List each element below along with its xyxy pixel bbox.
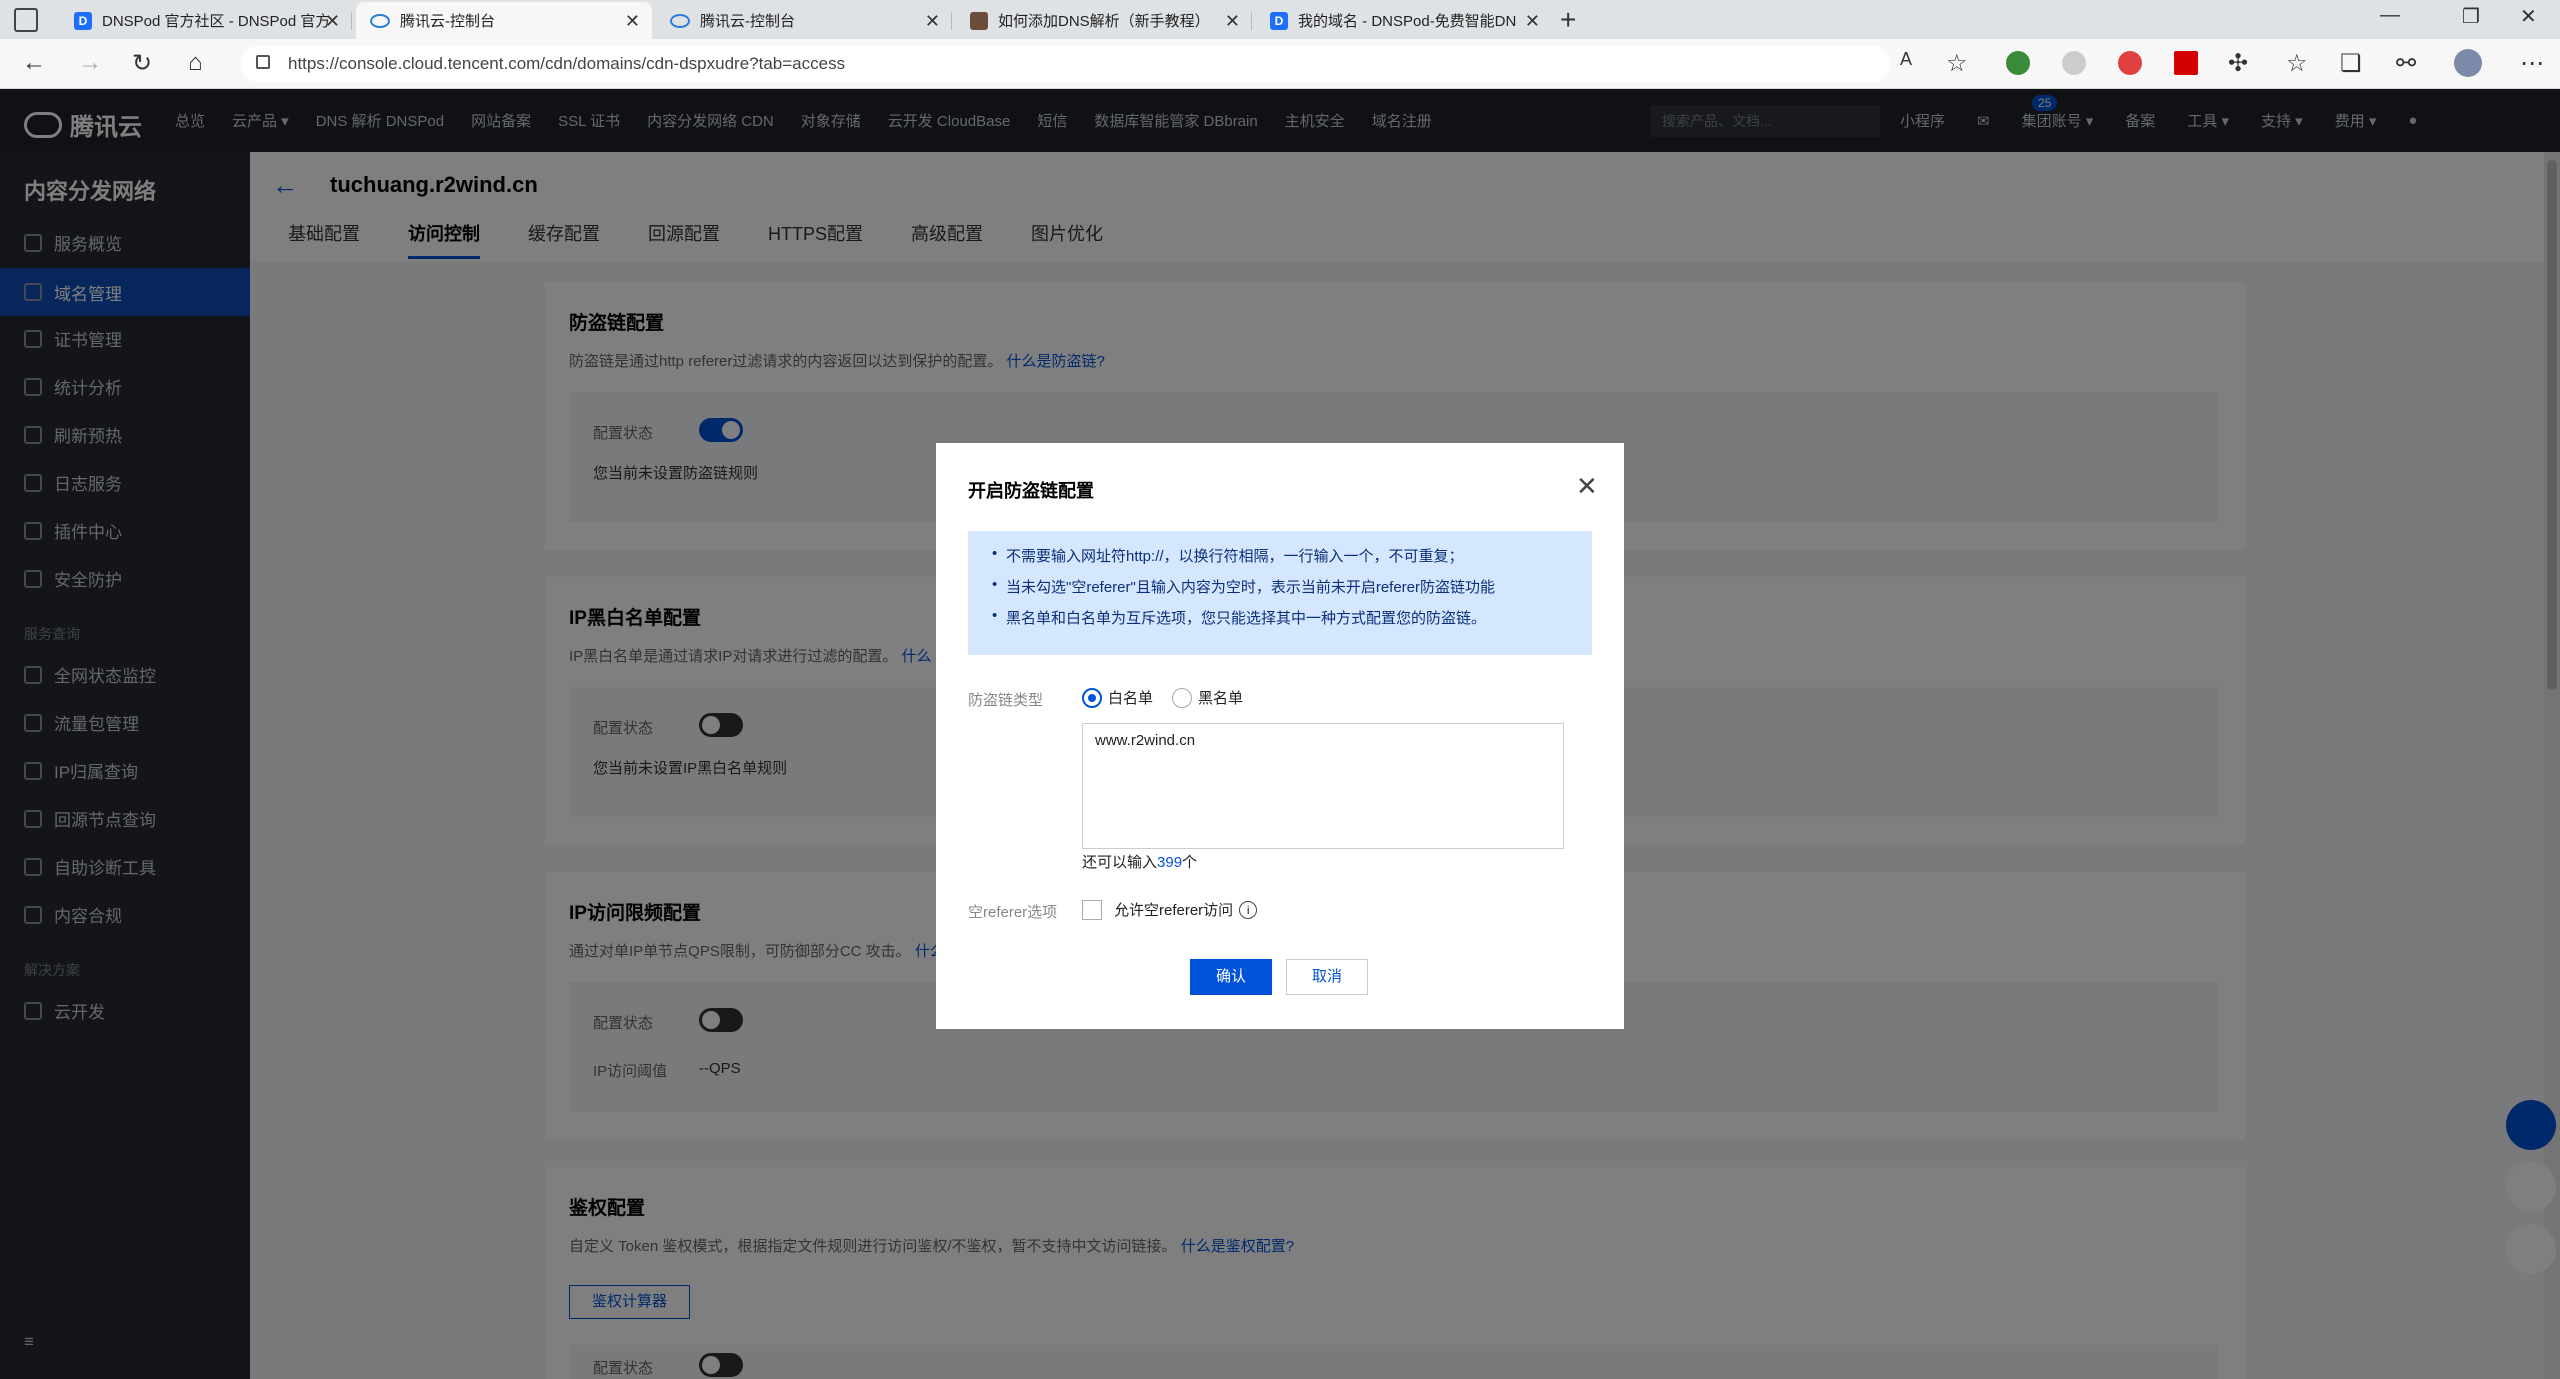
referer-list-textarea[interactable]: www.r2wind.cn <box>1082 723 1564 849</box>
collections-icon[interactable]: ❏ <box>2340 49 2362 78</box>
dnspod-favicon-icon: D <box>74 11 92 30</box>
refresh-icon[interactable]: ↻ <box>132 49 152 78</box>
checkbox-icon <box>1082 899 1102 920</box>
cancel-button[interactable]: 取消 <box>1286 959 1368 995</box>
remaining-count: 还可以输入399个 <box>1082 854 1198 871</box>
extensions-icon[interactable]: ✣ <box>2228 49 2248 78</box>
empty-referer-label: 空referer选项 <box>968 904 1058 921</box>
type-label: 防盗链类型 <box>968 692 1044 709</box>
read-aloud-icon[interactable]: A <box>1900 49 1912 70</box>
radio-whitelist[interactable]: 白名单 <box>1082 687 1153 708</box>
dnspod-favicon-icon: D <box>1270 11 1288 30</box>
forward-icon[interactable]: → <box>78 49 102 77</box>
info-icon[interactable]: i <box>1239 900 1258 919</box>
profile-avatar[interactable] <box>2454 49 2482 77</box>
info-line: 不需要输入网址符http://，以换行符相隔，一行输入一个，不可重复； <box>992 545 1568 566</box>
browser-tab[interactable]: D DNSPod 官方社区 - DNSPod 官方 ✕ <box>60 2 352 39</box>
back-icon[interactable]: ← <box>22 49 46 77</box>
extension-icon[interactable] <box>2062 51 2086 75</box>
close-window-icon[interactable]: ✕ <box>2520 4 2537 29</box>
close-tab-icon[interactable]: ✕ <box>625 11 640 32</box>
minimize-icon[interactable]: — <box>2380 4 2400 27</box>
allow-empty-referer-checkbox[interactable]: 允许空referer访问 i <box>1082 899 1258 920</box>
url-field[interactable]: https://console.cloud.tencent.com/cdn/do… <box>240 46 1890 82</box>
favorites-icon[interactable]: ☆ <box>2286 49 2308 78</box>
dialog-title: 开启防盗链配置 <box>968 481 1094 501</box>
close-tab-icon[interactable]: ✕ <box>325 11 340 32</box>
radio-blacklist[interactable]: 黑名单 <box>1172 687 1243 708</box>
tencent-cloud-favicon-icon <box>670 13 690 28</box>
confirm-button[interactable]: 确认 <box>1190 959 1272 995</box>
close-tab-icon[interactable]: ✕ <box>1225 11 1240 32</box>
hotlink-dialog: 开启防盗链配置 ✕ 不需要输入网址符http://，以换行符相隔，一行输入一个，… <box>936 443 1624 1029</box>
browser-tab-active[interactable]: 腾讯云-控制台 ✕ <box>356 2 652 39</box>
new-tab-icon[interactable]: + <box>1560 4 1576 36</box>
info-line: 黑名单和白名单为互斥选项，您只能选择其中一种方式配置您的防盗链。 <box>992 607 1568 628</box>
browser-tab-strip: D DNSPod 官方社区 - DNSPod 官方 ✕ 腾讯云-控制台 ✕ 腾讯… <box>0 0 2560 39</box>
close-tab-icon[interactable]: ✕ <box>925 11 940 32</box>
browser-tab[interactable]: 如何添加DNS解析（新手教程） ✕ <box>956 2 1252 39</box>
favorite-icon[interactable]: ☆ <box>1946 49 1968 78</box>
tencent-cloud-favicon-icon <box>370 13 390 28</box>
restore-icon[interactable]: ❐ <box>2462 4 2480 29</box>
browser-tab[interactable]: 腾讯云-控制台 ✕ <box>656 2 952 39</box>
extension-icon[interactable] <box>2118 51 2142 75</box>
close-icon[interactable]: ✕ <box>1576 471 1598 502</box>
close-tab-icon[interactable]: ✕ <box>1525 11 1540 32</box>
china-flag-icon[interactable] <box>2174 51 2198 75</box>
tab-actions-icon[interactable] <box>14 8 38 32</box>
info-banner: 不需要输入网址符http://，以换行符相隔，一行输入一个，不可重复； 当未勾选… <box>968 531 1592 655</box>
address-bar-row: ← → ↻ ⌂ https://console.cloud.tencent.co… <box>0 39 2560 89</box>
browser-tab[interactable]: D 我的域名 - DNSPod-免费智能DN ✕ <box>1256 2 1552 39</box>
info-line: 当未勾选"空referer"且输入内容为空时，表示当前未开启referer防盗链… <box>992 576 1568 597</box>
article-favicon-icon <box>970 11 988 30</box>
extension-icon[interactable] <box>2006 51 2030 75</box>
home-icon[interactable]: ⌂ <box>188 49 203 77</box>
more-icon[interactable]: ⋯ <box>2520 49 2544 78</box>
radio-checked-icon <box>1082 687 1102 708</box>
radio-unchecked-icon <box>1172 687 1192 708</box>
lock-icon[interactable] <box>256 55 270 69</box>
sync-icon[interactable]: ⚯ <box>2396 49 2416 78</box>
